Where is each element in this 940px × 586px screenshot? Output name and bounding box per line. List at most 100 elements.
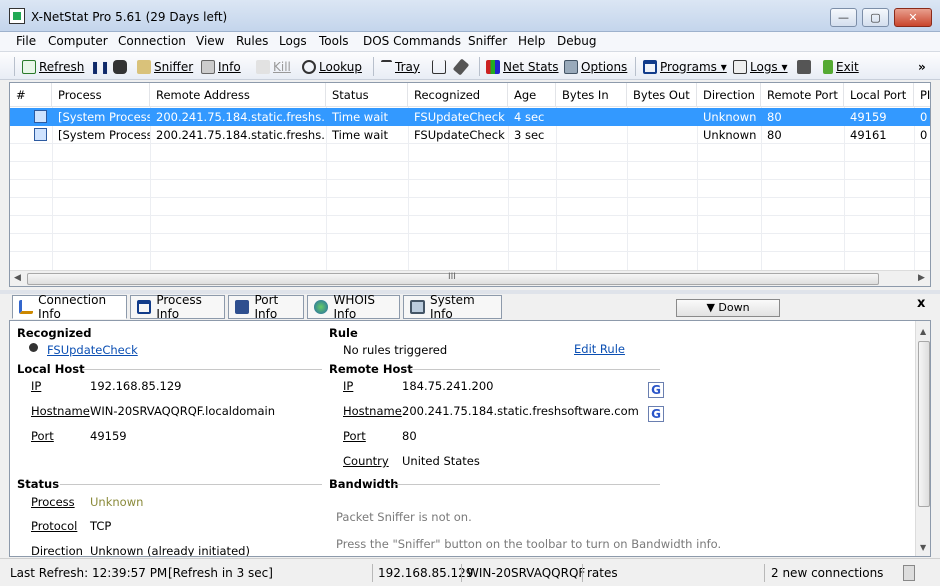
scrollbar-thumb[interactable]: [918, 341, 930, 507]
cell-process: [System Process]: [58, 110, 150, 124]
column-process[interactable]: Process: [52, 83, 150, 107]
connections-list[interactable]: # Process Remote Address Status Recogniz…: [9, 82, 931, 287]
google-search-ip-button[interactable]: G: [648, 382, 664, 398]
pause-button[interactable]: ❚❚: [90, 57, 110, 76]
detail-tabs: Connection Info Process Info Port Info W…: [9, 293, 931, 321]
toolbar: Refresh ❚❚ Sniffer Info Kill Lookup Tray…: [0, 52, 940, 80]
resize-grip-icon[interactable]: [903, 565, 915, 581]
kill-button[interactable]: Kill: [256, 57, 291, 76]
menu-view[interactable]: View: [196, 34, 224, 48]
horizontal-scrollbar[interactable]: ◀ III ▶: [10, 270, 930, 286]
window-icon: [137, 300, 152, 314]
column-local-port[interactable]: Local Port: [844, 83, 914, 107]
maximize-button[interactable]: ▢: [862, 8, 889, 27]
cell-bytes-in: [556, 108, 627, 126]
scroll-right-arrow-icon[interactable]: ▶: [918, 273, 925, 283]
sniffer-icon: [137, 59, 151, 74]
grid-line: [10, 197, 930, 198]
menu-tools[interactable]: Tools: [319, 34, 349, 48]
refresh-button[interactable]: Refresh: [22, 57, 84, 76]
scroll-left-arrow-icon[interactable]: ◀: [14, 273, 21, 283]
menu-file[interactable]: File: [16, 34, 36, 48]
column-number[interactable]: #: [10, 83, 52, 107]
info-icon: [201, 59, 215, 74]
column-age[interactable]: Age: [508, 83, 556, 107]
menu-sniffer[interactable]: Sniffer: [468, 34, 507, 48]
column-remote-address[interactable]: Remote Address: [150, 83, 326, 107]
table-row[interactable]: [System Process] 200.241.75.184.static.f…: [10, 108, 930, 126]
connection-icon: [34, 126, 50, 144]
rule-value: No rules triggered: [343, 343, 448, 357]
close-button[interactable]: ✕: [894, 8, 932, 27]
cell-pid: 0: [920, 128, 928, 142]
lightning-icon: [256, 59, 270, 74]
menu-rules[interactable]: Rules: [236, 34, 268, 48]
sniffer-button[interactable]: Sniffer: [137, 57, 193, 76]
menu-computer[interactable]: Computer: [48, 34, 108, 48]
grid-line: [10, 161, 930, 162]
close-panel-button[interactable]: x: [917, 296, 925, 311]
google-search-hostname-button[interactable]: G: [648, 406, 664, 422]
column-recognized[interactable]: Recognized: [408, 83, 508, 107]
logs-button[interactable]: Logs ▾: [733, 57, 788, 76]
find-button[interactable]: [113, 57, 127, 76]
scrollbar-thumb[interactable]: III: [27, 272, 879, 285]
programs-button[interactable]: Programs ▾: [643, 57, 727, 76]
cell-pid: 0: [920, 110, 928, 124]
tray-options-button[interactable]: [432, 57, 446, 76]
table-row[interactable]: [System Process] 200.241.75.184.static.f…: [10, 126, 930, 144]
down-button[interactable]: ▼ Down: [676, 299, 780, 317]
remote-ip-value: 184.75.241.200: [402, 379, 494, 393]
grid-line: [10, 179, 930, 180]
cell-process: [System Process]: [58, 128, 150, 142]
status-heading: Status: [17, 477, 60, 491]
grid-line: [10, 251, 930, 252]
computer-icon: [410, 300, 425, 314]
vertical-scrollbar[interactable]: ▲ ▼: [915, 321, 930, 556]
recognized-link[interactable]: FSUpdateCheck: [47, 343, 138, 357]
edit-rule-link[interactable]: Edit Rule: [574, 342, 625, 356]
computer-button[interactable]: [797, 57, 811, 76]
column-bytes-in[interactable]: Bytes In: [556, 83, 627, 107]
tray-button[interactable]: Tray: [381, 57, 420, 76]
minimize-button[interactable]: —: [830, 8, 857, 27]
tab-whois-info[interactable]: WHOIS Info: [307, 293, 400, 321]
menu-help[interactable]: Help: [518, 34, 545, 48]
menu-connection[interactable]: Connection: [118, 34, 186, 48]
menu-debug[interactable]: Debug: [557, 34, 596, 48]
tab-connection-info[interactable]: Connection Info: [12, 293, 127, 321]
exit-button[interactable]: Exit: [823, 57, 859, 76]
scroll-up-arrow-icon[interactable]: ▲: [920, 327, 926, 336]
column-pid[interactable]: PID: [914, 83, 930, 107]
tab-port-info[interactable]: Port Info: [228, 293, 304, 321]
local-ip-label: IP: [31, 379, 42, 393]
cell-remote-port: 80: [767, 128, 782, 142]
connection-icon: [34, 108, 50, 126]
options-button[interactable]: Options: [564, 57, 627, 76]
info-button[interactable]: Info: [201, 57, 241, 76]
remote-ip-label: IP: [343, 379, 354, 393]
tab-system-info[interactable]: System Info: [403, 293, 502, 321]
cell-bytes-in: [556, 126, 627, 144]
new-connections: 2 new connections: [771, 566, 884, 580]
local-host-heading: Local Host: [17, 362, 85, 376]
column-remote-port[interactable]: Remote Port: [761, 83, 844, 107]
local-port-value: 49159: [90, 429, 127, 443]
column-status[interactable]: Status: [326, 83, 408, 107]
column-direction[interactable]: Direction: [697, 83, 761, 107]
section-divider: [82, 369, 322, 370]
column-bytes-out[interactable]: Bytes Out: [627, 83, 697, 107]
scroll-down-arrow-icon[interactable]: ▼: [920, 543, 926, 552]
pin-button[interactable]: [452, 57, 470, 76]
lookup-button[interactable]: Lookup: [302, 57, 362, 76]
cell-age: 4 sec: [514, 110, 545, 124]
net-stats-button[interactable]: Net Stats: [486, 57, 559, 76]
direction-value: Unknown (already initiated): [90, 544, 250, 557]
app-icon: [9, 8, 25, 24]
direction-label: Direction: [31, 544, 83, 557]
tab-process-info[interactable]: Process Info: [130, 293, 225, 321]
menu-dos-commands[interactable]: DOS Commands: [363, 34, 461, 48]
toolbar-overflow-button[interactable]: »: [918, 57, 926, 76]
remote-hostname-label: Hostname: [343, 404, 402, 418]
menu-logs[interactable]: Logs: [279, 34, 307, 48]
